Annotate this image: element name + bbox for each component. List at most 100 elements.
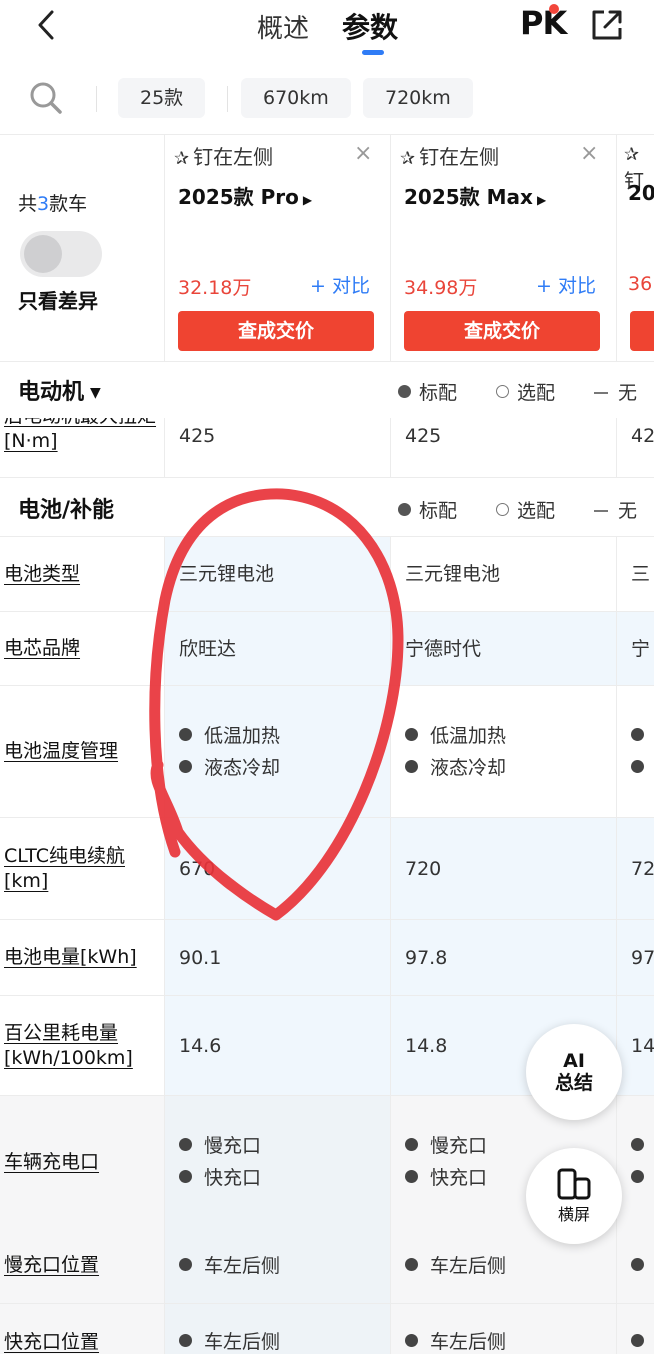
row-label[interactable]: 百公里耗电量[kWh/100km] [0, 996, 164, 1095]
value-cell: 三元锂电池 [164, 537, 390, 611]
value-cell: 14 [616, 996, 654, 1095]
value-cell: 97.8 [390, 920, 616, 995]
value-cell: 720 [390, 818, 616, 919]
value-cell: 425 [164, 418, 390, 477]
row-label-text: 慢充口位置 [4, 1254, 100, 1276]
row-label[interactable]: 车辆充电口 [0, 1096, 164, 1228]
value-cell: 低温加热 液态冷却 [390, 686, 616, 817]
value-cell [616, 1096, 654, 1228]
close-icon[interactable]: × [580, 141, 598, 166]
value-cell: 车左后侧 [390, 1304, 616, 1354]
diff-only-label: 只看差异 [18, 289, 98, 313]
section-motor-header[interactable]: 电动机 ▼ 标配 选配 无 [0, 362, 654, 418]
empty-dot-icon [496, 385, 509, 398]
car-model-name[interactable]: 2025款 Pro ▶ [178, 181, 312, 210]
check-deal-price-button[interactable] [630, 311, 654, 351]
legend-standard: 标配 [398, 496, 457, 523]
pin-left-button[interactable]: ✰ 钉在左侧 [400, 141, 499, 170]
row-label[interactable]: 电池类型 [0, 537, 164, 611]
filter-chip-720km[interactable]: 720km [363, 78, 473, 118]
cell-value: 425 [405, 425, 442, 447]
legend-optional: 选配 [496, 496, 555, 523]
cell-value: 14.6 [179, 1034, 222, 1057]
pin-left-button[interactable]: ✰ 钉在左侧 [174, 141, 273, 170]
close-icon[interactable]: × [354, 141, 372, 166]
feature-item: 车左后侧 [405, 1250, 616, 1282]
feature-bullet [631, 1326, 654, 1354]
row-label-text: CLTC纯电续航[km] [4, 844, 125, 892]
model-label: 2025款 Max [404, 185, 533, 209]
row-label[interactable]: 快充口位置 [0, 1304, 164, 1354]
dash-icon [594, 510, 608, 512]
value-cell: 慢充口 快充口 [164, 1096, 390, 1228]
pin-label: 钉在左侧 [193, 145, 274, 169]
feature-item: 低温加热 [179, 720, 390, 752]
pk-button[interactable]: PK [520, 4, 567, 42]
filter-chip-670km[interactable]: 670km [241, 78, 351, 118]
cell-value: 97 [631, 946, 654, 969]
active-tab-indicator [362, 50, 384, 55]
search-icon[interactable] [28, 80, 64, 116]
notification-dot [549, 4, 559, 14]
section-title-text: 电动机 [18, 380, 85, 405]
car-model-name[interactable]: 20 [628, 181, 654, 205]
divider [96, 86, 97, 112]
car-price: 36 [628, 273, 653, 295]
divider [227, 86, 228, 112]
row-label-text: 快充口位置 [4, 1330, 100, 1353]
section-title: 电动机 ▼ [18, 374, 101, 406]
add-compare-button[interactable]: + 对比 [536, 271, 596, 298]
value-cell [616, 1304, 654, 1354]
share-icon[interactable] [590, 8, 624, 42]
legend-text: 选配 [517, 382, 556, 404]
back-arrow-icon[interactable] [32, 8, 62, 42]
car-price: 34.98万 [404, 277, 478, 299]
legend-standard: 标配 [398, 378, 457, 405]
value-cell: 670 [164, 818, 390, 919]
legend-text: 无 [618, 382, 638, 404]
car-header: 共3款车 只看差异 ✰ 钉在左侧 × 2025款 Pro ▶ 32.18万 + 对比… [0, 134, 654, 363]
legend-text: 无 [618, 500, 638, 522]
value-cell: 宁 [616, 612, 654, 685]
row-label[interactable]: CLTC纯电续航[km] [0, 818, 164, 919]
summary-label: 总结 [554, 1072, 593, 1094]
row-label[interactable]: 电池电量[kWh] [0, 920, 164, 995]
value-cell: 三 [616, 537, 654, 611]
row-label-text: 电池温度管理 [4, 740, 119, 762]
row-label-text: 电池类型 [4, 562, 81, 585]
check-deal-price-button[interactable]: 查成交价 [178, 311, 374, 351]
filter-chip-25[interactable]: 25款 [118, 78, 206, 118]
ai-summary-button[interactable]: AI 总结 [526, 1024, 622, 1120]
table-row: 电池电量[kWh] 90.1 97.8 97 [0, 920, 654, 996]
cell-value: 三元锂电池 [405, 563, 501, 585]
row-label[interactable]: 慢充口位置 [0, 1228, 164, 1303]
check-deal-price-button[interactable]: 查成交价 [404, 311, 600, 351]
value-cell: 低温加热 液态冷却 [164, 686, 390, 817]
cell-value: 72 [631, 857, 654, 880]
table-row: 电池类型 三元锂电池 三元锂电池 三 [0, 536, 654, 612]
feature-item: 车左后侧 [405, 1326, 616, 1354]
section-battery-header[interactable]: 电池/补能 标配 选配 无 [0, 480, 654, 536]
row-label[interactable]: 后电动机最大扭矩[N·m] [0, 418, 164, 477]
cell-value: 14 [631, 1034, 654, 1057]
cell-value: 720 [405, 857, 442, 880]
value-cell: 宁德时代 [390, 612, 616, 685]
diff-only-toggle[interactable] [20, 231, 102, 277]
tab-params[interactable]: 参数 [342, 6, 398, 46]
row-label[interactable]: 电芯品牌 [0, 612, 164, 685]
legend-none: 无 [594, 378, 637, 405]
model-label: 2025款 Pro [178, 185, 299, 209]
car-column-pro: ✰ 钉在左侧 × 2025款 Pro ▶ 32.18万 + 对比 查成交价 [164, 135, 390, 363]
landscape-button[interactable]: 横屏 [526, 1148, 622, 1244]
table-row: 电芯品牌 欣旺达 宁德时代 宁 [0, 612, 654, 686]
row-label[interactable]: 电池温度管理 [0, 686, 164, 817]
filled-dot-icon [398, 503, 411, 516]
car-model-name[interactable]: 2025款 Max ▶ [404, 181, 546, 210]
top-bar: 概述 参数 PK [0, 0, 654, 70]
tab-overview[interactable]: 概述 [257, 8, 309, 45]
table-row: 电池温度管理 低温加热 液态冷却 低温加热 液态冷却 [0, 686, 654, 818]
pin-icon: ✰ [624, 144, 640, 165]
legend-optional: 选配 [496, 378, 555, 405]
feature-item: 快充口 [179, 1162, 390, 1194]
add-compare-button[interactable]: + 对比 [310, 271, 370, 298]
